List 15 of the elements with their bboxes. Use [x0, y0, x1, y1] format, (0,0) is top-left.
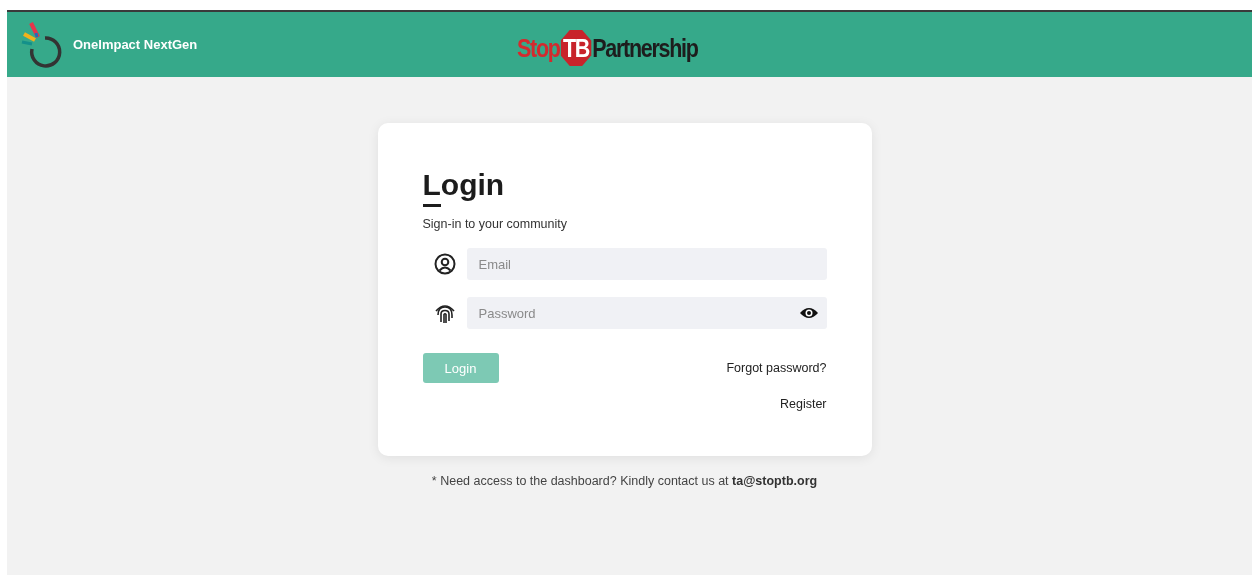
register-link[interactable]: Register — [779, 397, 827, 411]
fingerprint-icon — [433, 302, 456, 324]
user-icon — [433, 253, 456, 275]
footer-note: * Need access to the dashboard? Kindly contact us at ta@stoptb.org — [431, 474, 818, 488]
title-underline — [422, 204, 441, 207]
subtitle: Sign-in to your community — [422, 217, 568, 231]
login-title: Login — [422, 167, 505, 203]
logo-text: Partnership — [592, 33, 698, 63]
app-name: OneImpact NextGen — [73, 37, 198, 52]
logo-text: Stop — [517, 33, 560, 63]
password-field[interactable]: Password — [466, 297, 827, 329]
forgot-password-link[interactable]: Forgot password? — [726, 361, 827, 375]
logo-badge: TB — [560, 30, 592, 66]
eye-icon[interactable] — [798, 306, 819, 320]
email-field[interactable]: Email — [466, 248, 827, 280]
